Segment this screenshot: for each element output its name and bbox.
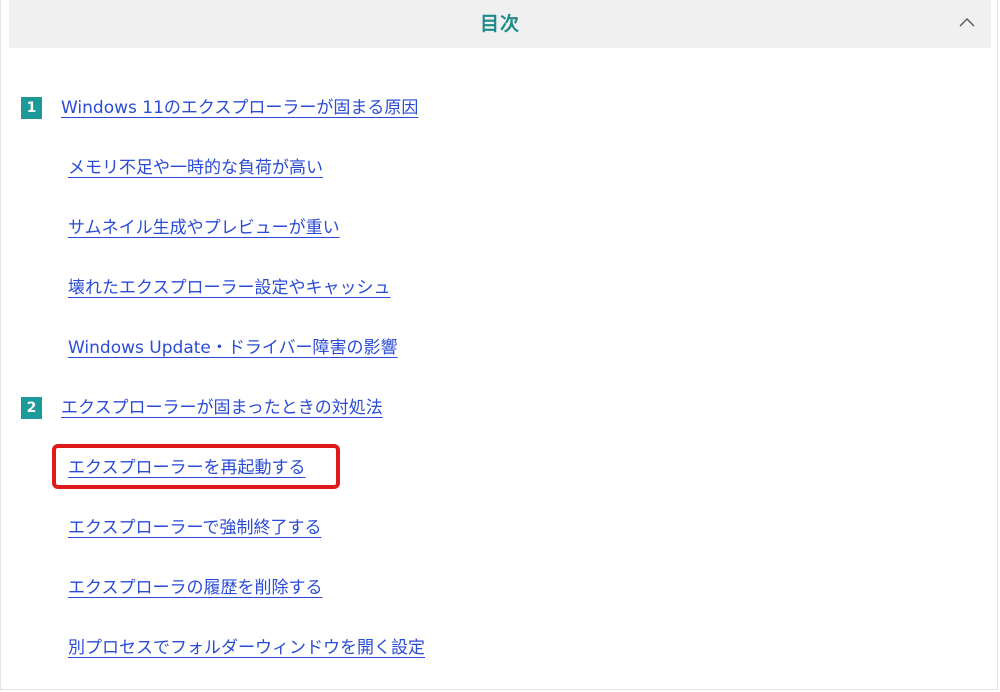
toc-section-2: 2 エクスプローラーが固まったときの対処法 bbox=[21, 396, 621, 420]
toc-link[interactable]: サムネイル生成やプレビューが重い bbox=[68, 218, 340, 238]
toc-link[interactable]: エクスプローラの履歴を削除する bbox=[68, 578, 323, 598]
chevron-up-icon[interactable] bbox=[957, 12, 977, 32]
toc-section-1: 1 Windows 11のエクスプローラーが固まる原因 bbox=[21, 96, 621, 120]
list-item: エクスプローラの履歴を削除する bbox=[68, 576, 323, 600]
toc-title: 目次 bbox=[479, 13, 520, 35]
section-number-badge: 1 bbox=[21, 97, 42, 119]
list-item: Windows Update・ドライバー障害の影響 bbox=[68, 336, 398, 360]
toc-link[interactable]: 別プロセスでフォルダーウィンドウを開く設定 bbox=[68, 638, 425, 658]
toc-link[interactable]: エクスプローラーで強制終了する bbox=[68, 518, 321, 538]
list-item: エクスプローラーで強制終了する bbox=[68, 516, 321, 540]
toc-header[interactable]: 目次 bbox=[9, 0, 991, 48]
list-item: メモリ不足や一時的な負荷が高い bbox=[68, 156, 323, 180]
list-item: 壊れたエクスプローラー設定やキャッシュ bbox=[68, 276, 391, 300]
toc-link-section-1[interactable]: Windows 11のエクスプローラーが固まる原因 bbox=[61, 96, 418, 120]
table-of-contents: 目次 1 Windows 11のエクスプローラーが固まる原因 メモリ不足や一時的… bbox=[0, 0, 998, 690]
toc-link-restart-explorer[interactable]: エクスプローラーを再起動する bbox=[68, 458, 306, 478]
list-item: 別プロセスでフォルダーウィンドウを開く設定 bbox=[68, 636, 425, 660]
toc-link[interactable]: Windows Update・ドライバー障害の影響 bbox=[68, 338, 398, 358]
toc-link-section-2[interactable]: エクスプローラーが固まったときの対処法 bbox=[61, 396, 383, 420]
list-item: エクスプローラーを再起動する bbox=[68, 456, 306, 480]
section-number-badge: 2 bbox=[21, 397, 42, 419]
list-item: サムネイル生成やプレビューが重い bbox=[68, 216, 340, 240]
toc-link[interactable]: 壊れたエクスプローラー設定やキャッシュ bbox=[68, 278, 391, 298]
toc-link[interactable]: メモリ不足や一時的な負荷が高い bbox=[68, 158, 323, 178]
